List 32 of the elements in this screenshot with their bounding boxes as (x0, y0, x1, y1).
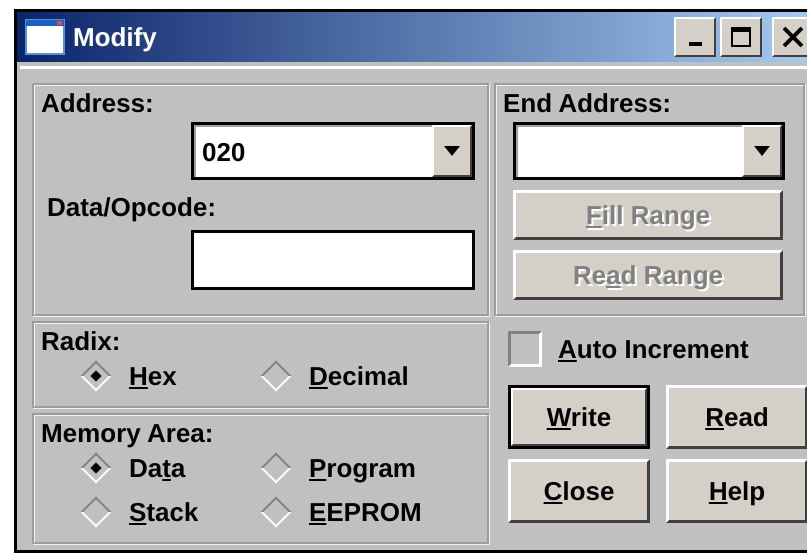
caret-icon (442, 145, 462, 157)
data-opcode-field[interactable] (191, 230, 475, 290)
dropdown-button[interactable] (432, 125, 472, 177)
end-address-label: End Address: (503, 88, 672, 118)
close-button[interactable] (772, 17, 807, 57)
option-label[interactable]: Program (309, 452, 416, 484)
option-label[interactable]: EEPROM (309, 496, 422, 528)
radix-label: Radix: (41, 326, 122, 356)
maximize-button[interactable] (720, 17, 762, 57)
address-combo-box[interactable]: 020 (191, 122, 475, 180)
dialog-button[interactable]: Help (666, 459, 807, 523)
data-opcode-label: Data/Opcode: (47, 192, 218, 222)
dialog-button[interactable]: Close (508, 459, 650, 523)
auto-increment-label[interactable]: Auto Increment (558, 334, 749, 364)
checkbox[interactable] (508, 331, 542, 367)
option-label[interactable]: Decimal (309, 360, 409, 392)
option-label[interactable]: Data (129, 452, 186, 484)
end-address-combo-box[interactable] (513, 122, 785, 180)
dialog-button[interactable]: Write (508, 385, 650, 449)
minimize-button[interactable] (674, 17, 716, 57)
option-label[interactable]: Stack (129, 496, 198, 528)
address-label: Address: (41, 88, 155, 118)
window-title: Modify (73, 22, 157, 52)
close-icon (781, 26, 805, 48)
window-icon (25, 19, 65, 55)
maximize-icon (729, 25, 753, 49)
minimize-icon (688, 42, 702, 46)
memory-area-label: Memory Area: (41, 418, 214, 448)
dropdown-button[interactable] (742, 125, 782, 177)
caret-icon (752, 145, 772, 157)
option-label[interactable]: Hex (129, 360, 177, 392)
dialog-button[interactable]: Read (666, 385, 807, 449)
